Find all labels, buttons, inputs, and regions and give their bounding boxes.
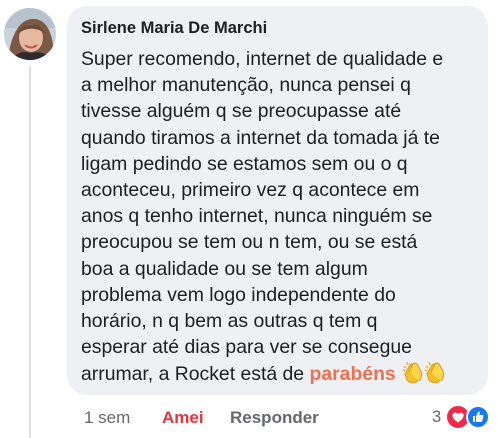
comment-author[interactable]: Sirlene Maria De Marchi — [81, 19, 480, 38]
comment-text-line: tivesse alguém q se preocupasse até — [81, 100, 402, 123]
highlighted-word: parabéns — [309, 363, 396, 386]
comment-text-line: aconteceu, primeiro vez q acontece em — [81, 179, 420, 202]
reply-button[interactable]: Responder — [230, 408, 319, 428]
comment-text-line: Super recomendo, internet de qualidade e — [81, 48, 444, 70]
comment-text-line: quando tiramos a internet da tomada já t… — [81, 126, 440, 149]
comment-text-line: ligam pedindo se estamos sem ou o q — [81, 152, 408, 175]
avatar[interactable] — [4, 8, 56, 60]
comment-text-line: arrumar, a Rocket está de — [81, 363, 305, 386]
comment-text-line: horário, n q bem as outras q tem q — [81, 310, 378, 333]
comment-text-line: boa a qualidade ou se tem algum — [81, 257, 368, 280]
reaction-count: 3 — [432, 408, 442, 426]
thread-line — [29, 66, 31, 438]
comment-text-line: preocupou se tem ou n tem, ou se está — [81, 231, 418, 254]
comment-text-line: anos q tenho internet, nunca ninguém se — [81, 205, 433, 228]
love-reaction-button[interactable]: Amei — [162, 408, 204, 428]
clapping-hands-emoji-icon — [402, 360, 446, 391]
like-reaction-icon — [466, 405, 490, 429]
avatar-photo — [4, 8, 56, 60]
comment-text-last-line: arrumar, a Rocket está de parabéns — [81, 360, 480, 391]
comment-text-line: problema vem logo independente do — [81, 283, 396, 306]
comment-timestamp[interactable]: 1 sem — [84, 408, 130, 428]
comment-bubble: Sirlene Maria De Marchi Super recomendo,… — [67, 6, 488, 395]
comment-text: Super recomendo, internet de qualidade e… — [81, 46, 480, 392]
comment-text-line: a melhor manutenção, nunca pensei q — [81, 74, 411, 97]
comment-text-line: esperar até dias para ver se consegue — [81, 336, 412, 359]
